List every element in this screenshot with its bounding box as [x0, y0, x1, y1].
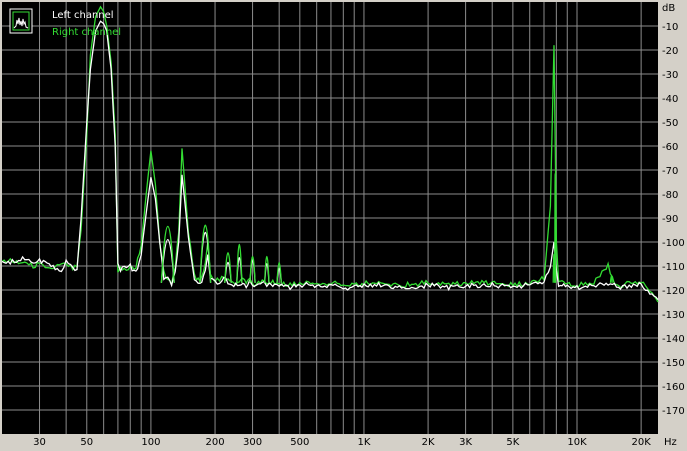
x-tick-label: 10K [567, 437, 587, 448]
x-axis-unit-label: Hz [664, 437, 677, 448]
legend-right-channel: Right channel [52, 27, 121, 38]
x-tick-label: 2K [422, 437, 435, 448]
y-tick-label: -100 [662, 238, 685, 249]
y-tick-label: -150 [662, 358, 685, 369]
x-tick-label: 500 [290, 437, 309, 448]
x-tick-label: 1K [357, 437, 370, 448]
y-tick-label: -130 [662, 310, 685, 321]
x-tick-label: 20K [631, 437, 651, 448]
y-tick-label: -90 [662, 214, 678, 225]
x-tick-label: 100 [141, 437, 160, 448]
legend-left-channel: Left channel [52, 10, 114, 21]
y-tick-label: -20 [662, 46, 678, 57]
y-axis-unit-label: dB [662, 3, 675, 14]
x-tick-label: 200 [205, 437, 224, 448]
x-tick-label: 5K [506, 437, 519, 448]
y-tick-label: -120 [662, 286, 685, 297]
y-tick-label: -10 [662, 22, 678, 33]
y-tick-label: -70 [662, 166, 678, 177]
y-tick-label: -80 [662, 190, 678, 201]
y-tick-label: -50 [662, 118, 678, 129]
spectrum-chart: -10 -20 -30 -40 -50 -60 -70 -80 -90 -100 -110 -120 -… [0, 0, 687, 451]
y-tick-label: -110 [662, 262, 685, 273]
x-tick-label: 3K [459, 437, 472, 448]
y-tick-label: -140 [662, 334, 685, 345]
y-tick-label: -60 [662, 142, 678, 153]
x-tick-label: 50 [80, 437, 93, 448]
y-tick-label: -40 [662, 94, 678, 105]
x-tick-label: 30 [33, 437, 46, 448]
x-tick-label: 300 [243, 437, 262, 448]
y-tick-label: -170 [662, 406, 685, 417]
harmonic-peak [554, 172, 557, 283]
y-tick-label: -160 [662, 382, 685, 393]
y-tick-label: -30 [662, 70, 678, 81]
